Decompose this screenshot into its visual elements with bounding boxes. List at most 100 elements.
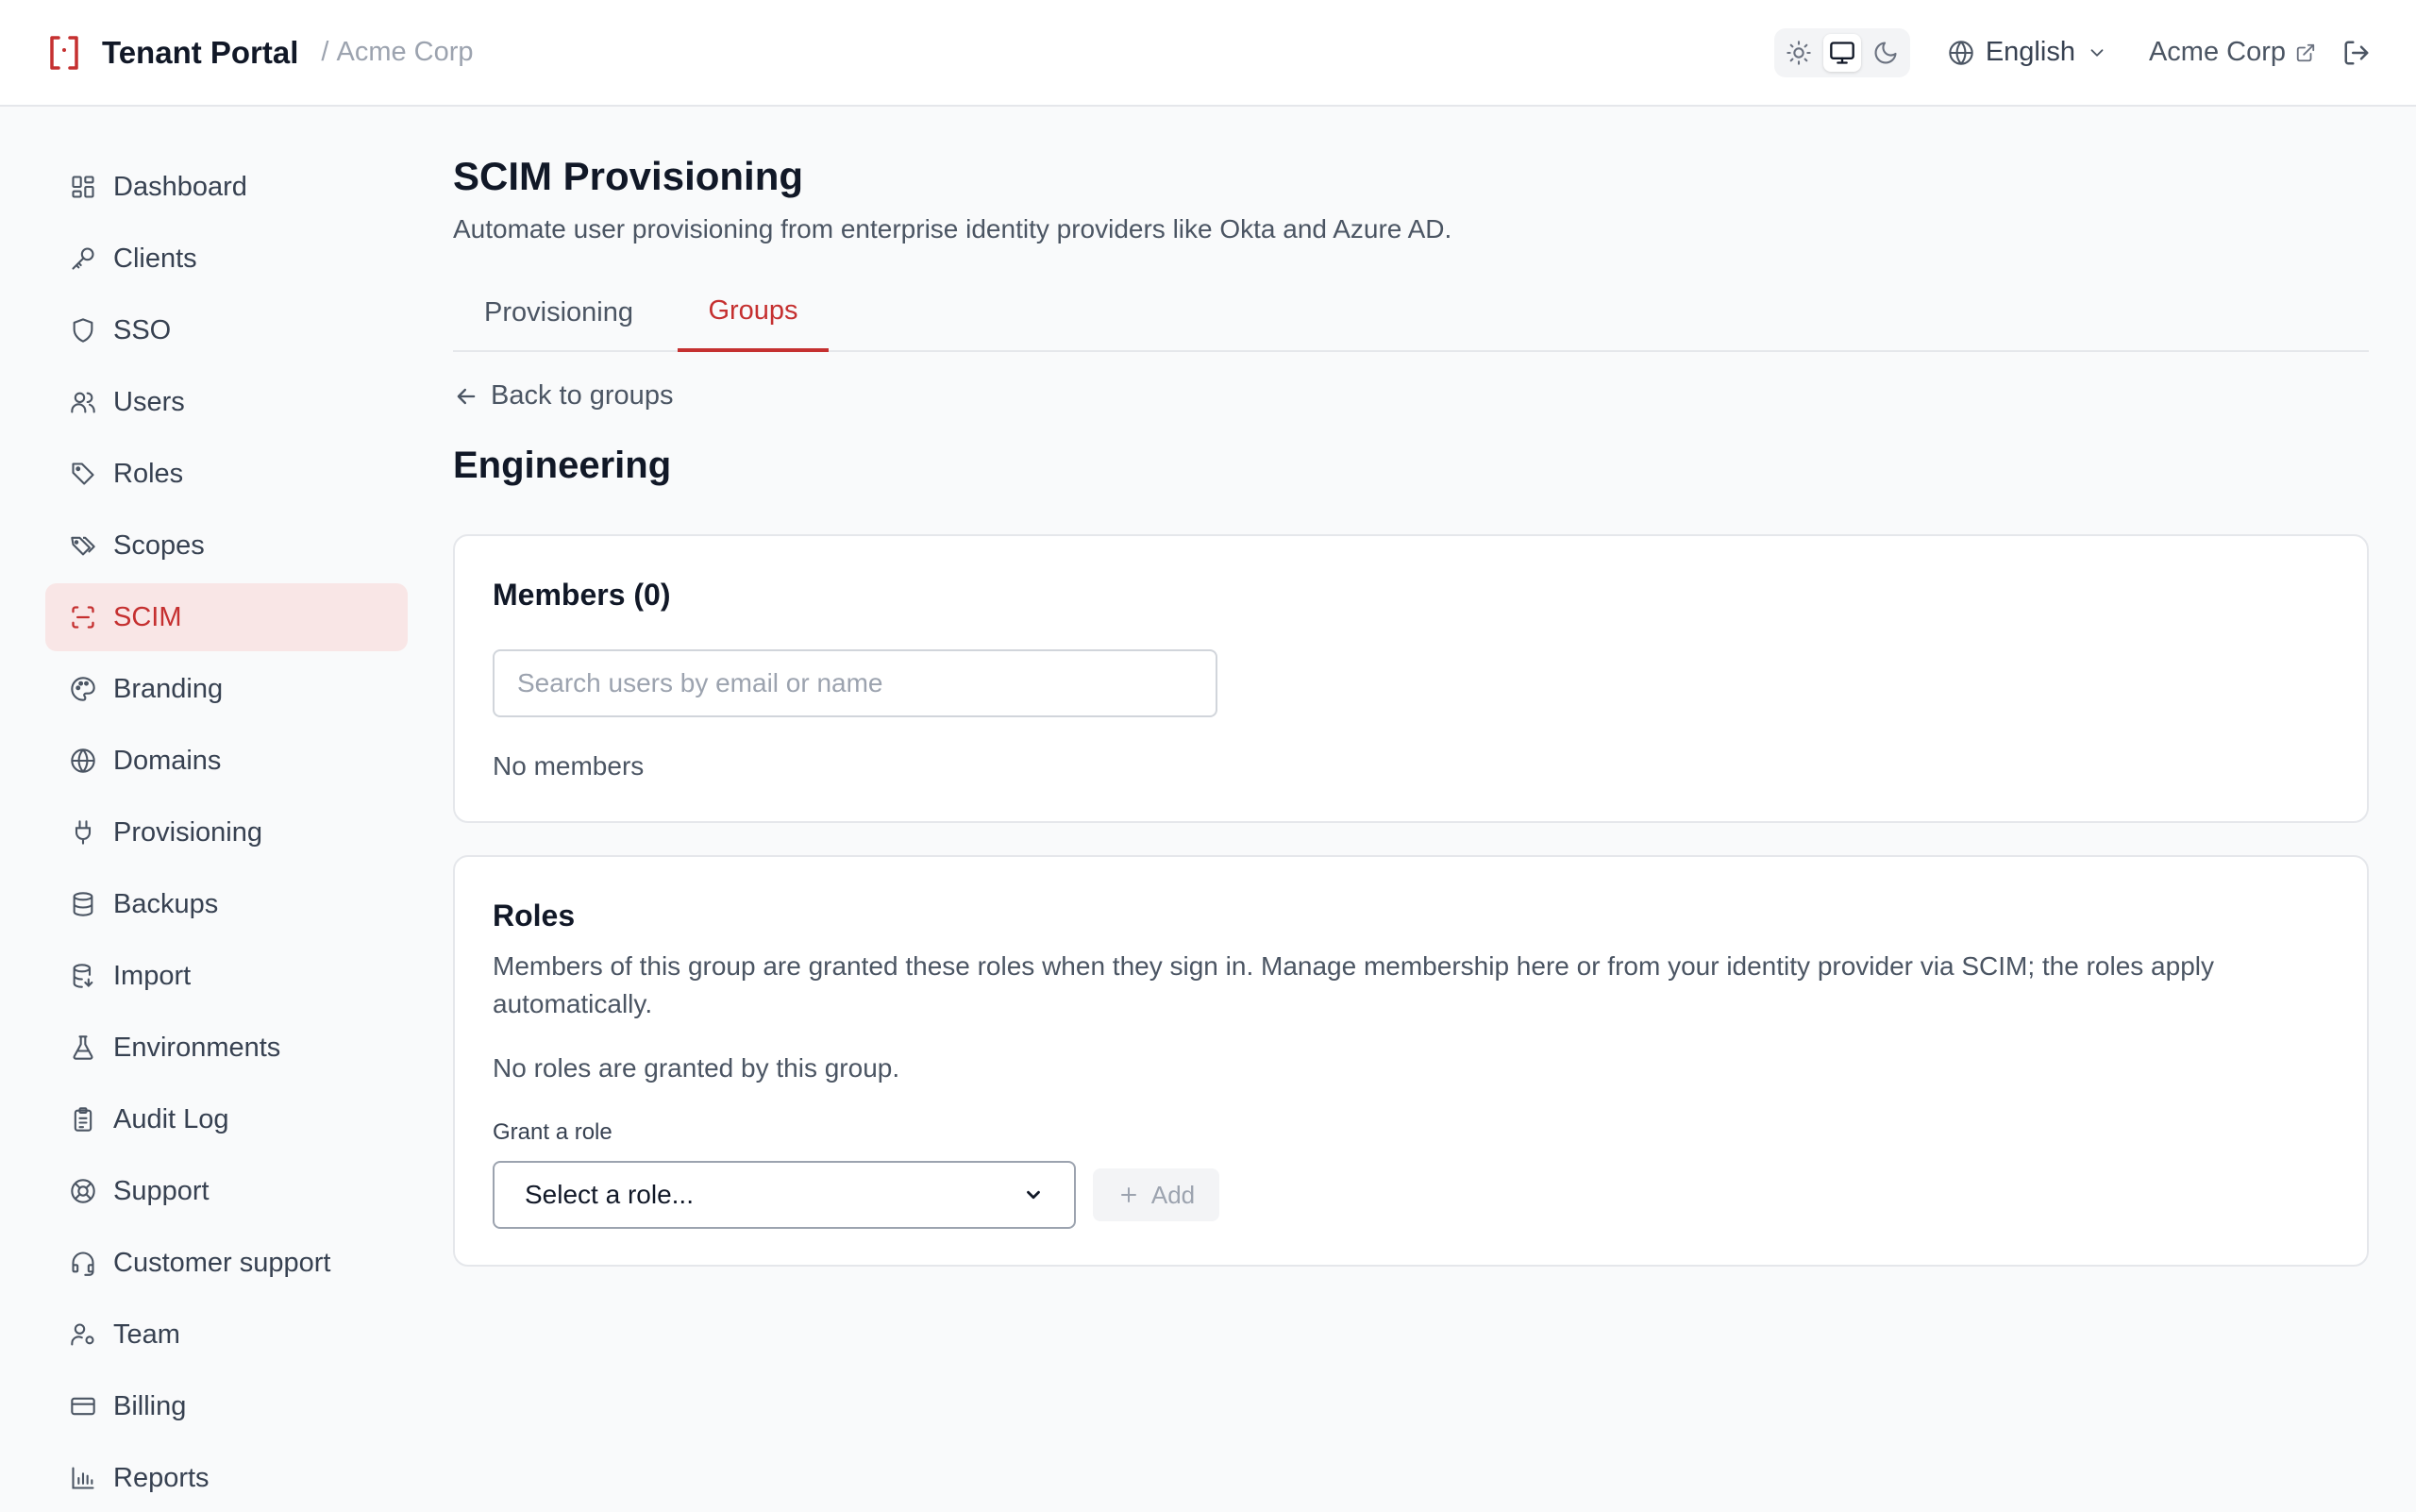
logout-icon — [2344, 41, 2369, 64]
sidebar-item-clients[interactable]: Clients — [45, 225, 408, 293]
tenant-external-link[interactable]: Acme Corp — [2149, 37, 2316, 68]
sidebar-item-dashboard[interactable]: Dashboard — [45, 153, 408, 221]
sidebar-item-import[interactable]: Import — [45, 942, 408, 1010]
sidebar-item-label: Audit Log — [113, 1103, 229, 1134]
sidebar-item-label: Domains — [113, 745, 222, 776]
database-import-icon — [73, 964, 93, 988]
tab-provisioning[interactable]: Provisioning — [453, 273, 664, 352]
tenant-link-label: Acme Corp — [2148, 37, 2286, 67]
tab-groups[interactable]: Groups — [678, 273, 829, 352]
role-select-value: Select a role... — [525, 1180, 694, 1209]
roles-title: Roles — [493, 899, 576, 932]
sidebar-item-label: Customer support — [113, 1247, 331, 1278]
globe-icon — [71, 748, 95, 773]
sidebar-item-provisioning[interactable]: Provisioning — [45, 798, 408, 866]
group-title: Engineering — [453, 445, 672, 486]
chevron-down-icon — [2090, 48, 2104, 57]
breadcrumb-tenant: Acme Corp — [336, 37, 474, 67]
role-select[interactable]: Select a role... — [493, 1161, 1076, 1229]
users-icon — [71, 392, 95, 413]
sidebar-item-scim[interactable]: SCIM — [45, 583, 408, 651]
sidebar-item-audit-log[interactable]: Audit Log — [45, 1085, 408, 1153]
key-icon — [72, 247, 94, 270]
sidebar-item-label: Scopes — [113, 529, 205, 561]
chevron-down-icon — [1027, 1190, 1040, 1200]
tab-bar: Provisioning Groups — [453, 273, 2369, 352]
headset-icon — [72, 1252, 94, 1276]
sidebar-item-label: Backups — [113, 888, 219, 919]
roles-empty-text: No roles are granted by this group. — [493, 1053, 900, 1083]
sidebar-item-roles[interactable]: Roles — [45, 440, 408, 508]
sidebar-item-support[interactable]: Support — [45, 1157, 408, 1225]
sidebar-nav: Dashboard Clients SSO Users Roles Scopes… — [45, 107, 408, 1510]
sidebar-item-label: SSO — [113, 314, 172, 345]
language-selector[interactable]: English — [1948, 37, 2107, 68]
roles-card: Roles Members of this group are granted … — [453, 855, 2369, 1267]
sidebar-item-label: Support — [113, 1175, 210, 1206]
sun-icon — [1787, 40, 1811, 65]
lifebuoy-icon — [71, 1179, 95, 1203]
brand-logo-icon — [45, 34, 83, 72]
sidebar-item-label: Provisioning — [113, 816, 262, 848]
credit-card-icon — [71, 1397, 95, 1416]
theme-light-button[interactable] — [1780, 34, 1818, 72]
scan-icon — [72, 606, 94, 629]
theme-switcher — [1773, 27, 1910, 77]
external-link-icon — [2296, 43, 2315, 61]
back-label: Back to groups — [491, 380, 674, 411]
theme-system-button[interactable] — [1822, 33, 1861, 72]
sidebar-item-label: Reports — [113, 1462, 210, 1493]
plug-icon — [75, 820, 92, 845]
roles-description: Members of this group are granted these … — [493, 951, 2214, 1018]
back-to-groups-link[interactable]: Back to groups — [453, 380, 673, 412]
members-empty-text: No members — [493, 751, 645, 781]
user-cog-icon — [71, 1323, 94, 1346]
sidebar-item-label: Environments — [113, 1032, 281, 1063]
breadcrumb-separator: / — [321, 37, 329, 67]
grant-role-label: Grant a role — [493, 1119, 612, 1145]
add-role-label: Add — [1150, 1180, 1196, 1209]
sidebar-item-sso[interactable]: SSO — [45, 296, 408, 364]
sidebar-item-environments[interactable]: Environments — [45, 1014, 408, 1082]
tag-icon — [72, 462, 94, 485]
theme-dark-button[interactable] — [1867, 34, 1904, 72]
add-role-button[interactable]: Add — [1093, 1168, 1219, 1221]
globe-icon — [1949, 40, 1973, 65]
arrow-left-icon — [457, 388, 476, 404]
member-search-input[interactable] — [493, 649, 1217, 717]
dashboard-icon — [72, 176, 94, 198]
database-icon — [73, 892, 93, 916]
sidebar-item-team[interactable]: Team — [45, 1301, 408, 1369]
sidebar-item-label: Team — [113, 1319, 180, 1350]
sidebar-item-label: Users — [113, 386, 185, 417]
language-label: English — [1985, 37, 2075, 67]
page-title: SCIM Provisioning — [453, 154, 804, 198]
sidebar-item-scopes[interactable]: Scopes — [45, 512, 408, 580]
sidebar-item-backups[interactable]: Backups — [45, 870, 408, 938]
members-card: Members (0) No members — [453, 534, 2369, 823]
sidebar-item-label: Branding — [113, 673, 224, 704]
sidebar-item-label: Billing — [113, 1390, 187, 1421]
sidebar-item-label: Dashboard — [113, 171, 247, 202]
moon-icon — [1874, 41, 1897, 63]
palette-icon — [71, 677, 95, 701]
sidebar-item-branding[interactable]: Branding — [45, 655, 408, 723]
flask-icon — [73, 1035, 93, 1060]
sidebar-item-billing[interactable]: Billing — [45, 1372, 408, 1440]
sidebar-item-domains[interactable]: Domains — [45, 727, 408, 795]
sidebar-item-label: Import — [113, 960, 192, 991]
members-title: Members (0) — [493, 578, 671, 612]
plus-icon — [1120, 1187, 1136, 1202]
clipboard-icon — [74, 1107, 92, 1132]
sidebar-item-reports[interactable]: Reports — [45, 1444, 408, 1512]
logout-button[interactable] — [2342, 39, 2371, 67]
bar-chart-icon — [72, 1467, 94, 1489]
sidebar-item-customer-support[interactable]: Customer support — [45, 1229, 408, 1297]
top-header: Tenant Portal / Acme Corp English Acme C… — [0, 0, 2416, 107]
brand-title[interactable]: Tenant Portal — [102, 35, 298, 71]
monitor-icon — [1829, 41, 1854, 64]
page-subtitle: Automate user provisioning from enterpri… — [453, 214, 1452, 244]
sidebar-item-users[interactable]: Users — [45, 368, 408, 436]
sidebar-item-label: Roles — [113, 458, 184, 489]
sidebar-item-label: SCIM — [113, 601, 182, 632]
